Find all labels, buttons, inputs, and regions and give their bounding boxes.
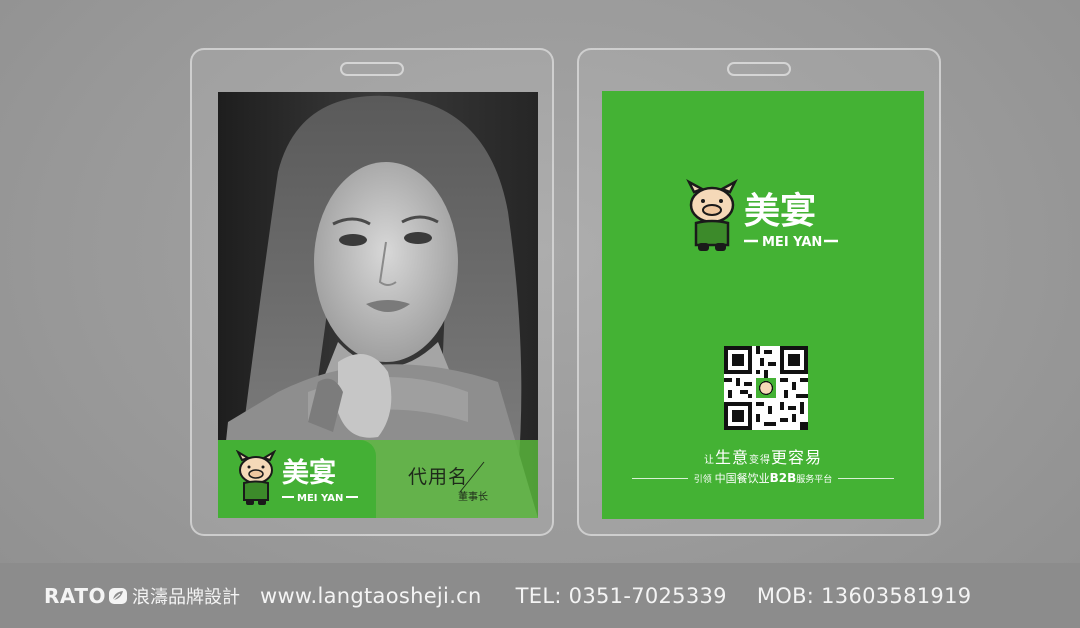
lanyard-slot xyxy=(340,62,404,76)
pig-mascot-logo-icon: 美宴 MEI YAN xyxy=(686,179,838,251)
badge-holder-back: 美宴 MEI YAN 让生意变得更容易 引领 中国餐饮业B2B服务平台 xyxy=(577,48,941,536)
brand-name: RATO xyxy=(44,584,106,608)
badge-card-back: 美宴 MEI YAN 让生意变得更容易 引领 中国餐饮业B2B服务平台 xyxy=(602,91,924,519)
footer-bar: RATO 浪濤品牌設計 www.langtaosheji.cn TEL: 035… xyxy=(0,563,1080,628)
slogan-part: 让 xyxy=(703,455,715,466)
tagline: 引领 中国餐饮业B2B服务平台 xyxy=(694,470,833,486)
tagline-pre: 引领 xyxy=(693,475,712,485)
person-title: 董事长 xyxy=(458,492,488,503)
stage: 美宴 MEI YAN 代用名 董事长 美宴 MEI YAN 让生意变得更容易 引… xyxy=(0,0,1080,628)
logo-cn-text-big: 美宴 xyxy=(744,190,816,232)
slogan: 让生意变得更容易 xyxy=(602,444,924,468)
tagline-b2b: B2B xyxy=(769,471,797,485)
website-link[interactable]: www.langtaosheji.cn xyxy=(260,584,482,608)
logo-en-text-big: MEI YAN xyxy=(762,235,822,250)
slogan-part: 更容易 xyxy=(771,448,823,467)
badge-holder-front: 美宴 MEI YAN 代用名 董事长 xyxy=(190,48,554,536)
leaf-logo-icon xyxy=(108,588,127,604)
pig-mascot-icon: 美宴 MEI YAN xyxy=(235,450,358,505)
footer-content: RATO 浪濤品牌設計 www.langtaosheji.cn TEL: 035… xyxy=(44,581,971,611)
tagline-row: 引领 中国餐饮业B2B服务平台 xyxy=(632,471,894,485)
brand-name-cn: 浪濤品牌設計 xyxy=(131,587,240,608)
telephone: TEL: 0351-7025339 xyxy=(515,584,727,608)
divider-line xyxy=(838,477,894,479)
logo-panel: 美宴 MEI YAN xyxy=(218,440,376,518)
qr-code-icon xyxy=(724,346,808,430)
logo-en-text: MEI YAN xyxy=(297,493,343,504)
divider-line xyxy=(632,477,688,479)
tagline-mid: 中国餐饮业 xyxy=(714,472,770,485)
logo-cn-text: 美宴 xyxy=(282,457,336,489)
lanyard-slot xyxy=(727,62,791,76)
badge-card-front: 美宴 MEI YAN 代用名 董事长 xyxy=(218,92,538,518)
mobile: MOB: 13603581919 xyxy=(756,584,972,608)
slogan-part: 变得 xyxy=(749,455,771,466)
name-bar: 美宴 MEI YAN 代用名 董事长 xyxy=(218,440,538,518)
slogan-part: 生意 xyxy=(714,448,749,467)
tagline-post: 服务平台 xyxy=(796,475,833,485)
